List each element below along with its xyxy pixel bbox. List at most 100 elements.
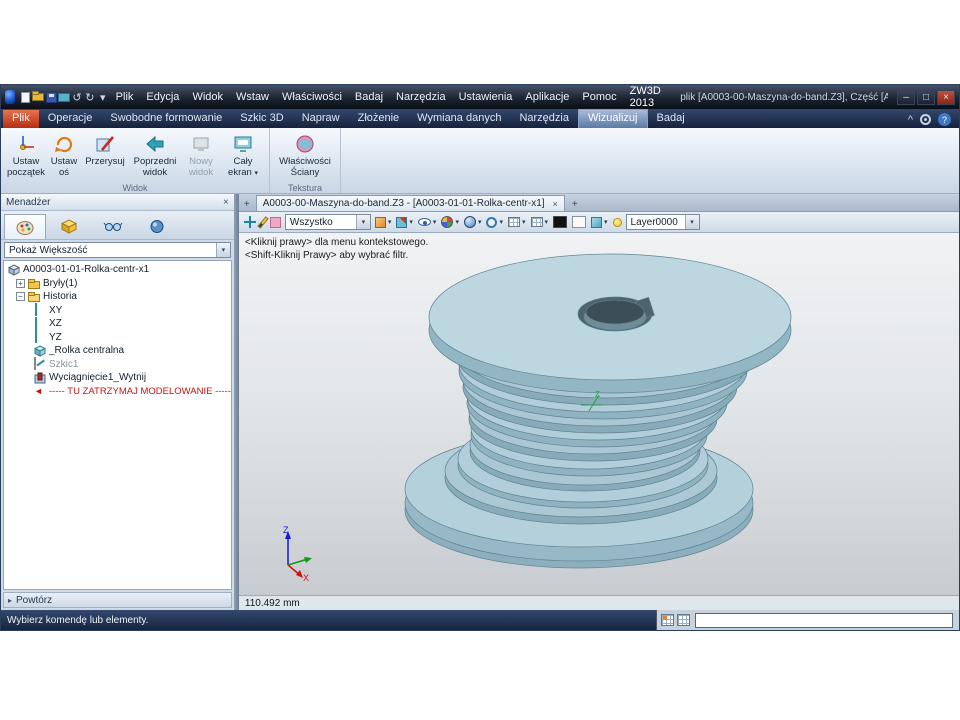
tab-view-manager[interactable] <box>92 214 134 239</box>
app-logo-icon <box>5 90 15 104</box>
save-icon[interactable] <box>45 90 57 105</box>
new-view-button[interactable]: Nowy widok <box>181 131 221 180</box>
face-properties-button[interactable]: Właściwości Ściany <box>274 131 336 180</box>
monitor-icon[interactable] <box>58 90 70 105</box>
inquire-icon[interactable]: ▾ <box>417 214 438 231</box>
selection-set-icon[interactable]: ▾ <box>395 214 414 231</box>
snap-grid-icon[interactable]: ▾ <box>530 214 550 231</box>
tree-item-rolka-centralna[interactable]: _Rolka centralna <box>4 344 231 358</box>
table-view-icon[interactable] <box>661 614 674 626</box>
axis-icon <box>53 133 75 155</box>
move-view-icon[interactable]: + <box>242 199 252 211</box>
tree-item-history[interactable]: − Historia <box>4 290 231 304</box>
sphere-icon <box>148 219 166 234</box>
tree-item-plane-xz[interactable]: XZ <box>4 317 231 331</box>
set-origin-button[interactable]: Ustaw początek <box>5 131 47 180</box>
status-message: Wybierz komendę lub elementy. <box>7 615 148 626</box>
menu-aplikacje[interactable]: Aplikacje <box>519 86 575 108</box>
tree-item-plane-xy[interactable]: XY <box>4 304 231 318</box>
panel-close-icon[interactable]: × <box>223 197 229 208</box>
minimize-button[interactable]: – <box>897 90 915 105</box>
ribbon-tab-szkic-3d[interactable]: Szkic 3D <box>231 110 292 128</box>
triad-x-label: X <box>303 573 309 581</box>
entity-filter-combo[interactable]: Wszystko ▾ <box>285 214 371 230</box>
ribbon-button-label: Ustaw początek <box>6 157 46 178</box>
ribbon-tab-wymiana-danych[interactable]: Wymiana danych <box>408 110 510 128</box>
foreground-color-swatch[interactable] <box>571 214 587 231</box>
previous-view-button[interactable]: Poprzedni widok <box>129 131 181 180</box>
sketch-edit-icon[interactable] <box>260 214 266 231</box>
pick-scope-icon[interactable]: ▾ <box>374 214 393 231</box>
menu-plik[interactable]: Plik <box>110 86 140 108</box>
grid-display-icon[interactable]: ▾ <box>507 214 527 231</box>
open-file-icon[interactable] <box>32 90 44 105</box>
qat-dropdown-icon[interactable]: ▾ <box>97 90 109 105</box>
menu-ustawienia[interactable]: Ustawienia <box>453 86 519 108</box>
tree-item-wyciagniecie[interactable]: Wyciągnięcie1_Wytnij <box>4 371 231 385</box>
expand-plus-icon[interactable]: + <box>16 279 25 288</box>
list-view-icon[interactable] <box>677 614 690 626</box>
gear-search-icon[interactable] <box>920 114 931 125</box>
menu-widok[interactable]: Widok <box>186 86 229 108</box>
tree-item-stop-marker[interactable]: ◄ ----- TU ZATRZYMAJ MODELOWANIE ----- <box>4 385 231 399</box>
ribbon-collapse-icon[interactable]: ^ <box>908 114 913 126</box>
ribbon-tab-bar: Plik Operacje Swobodne formowanie Szkic … <box>1 109 959 128</box>
ribbon-tab-plik[interactable]: Plik <box>3 110 39 128</box>
tab-render-manager[interactable] <box>136 214 178 239</box>
redo-icon[interactable]: ↻ <box>84 90 96 105</box>
tree-item-plane-yz[interactable]: YZ <box>4 331 231 345</box>
layer-combo[interactable]: Layer0000 ▾ <box>626 214 700 230</box>
menu-wlasciwosci[interactable]: Właściwości <box>276 86 348 108</box>
help-icon[interactable]: ? <box>938 113 951 126</box>
pick-filter-icon[interactable] <box>243 214 257 231</box>
menu-edycja[interactable]: Edycja <box>140 86 185 108</box>
new-document-tab-icon[interactable]: + <box>569 199 581 211</box>
command-input[interactable] <box>695 613 953 628</box>
document-tab-bar: + A0003-00-Maszyna-do-band.Z3 - [A0003-0… <box>239 194 959 212</box>
view-cube-icon[interactable]: ▾ <box>590 214 609 231</box>
redraw-button[interactable]: Przerysuj <box>81 131 129 170</box>
render-mode-icon[interactable]: ▾ <box>440 214 460 231</box>
menu-badaj[interactable]: Badaj <box>349 86 389 108</box>
document-tab[interactable]: A0003-00-Maszyna-do-band.Z3 - [A0003-01-… <box>256 195 565 211</box>
tree-item-solids[interactable]: + Bryły(1) <box>4 277 231 291</box>
tree-filter-combo[interactable]: Pokaż Większość ▾ <box>4 242 231 258</box>
repeat-section[interactable]: ▸ Powtórz <box>3 592 232 608</box>
manager-panel: Menadżer × <box>1 194 234 610</box>
wireframe-mode-icon[interactable]: ▾ <box>485 214 504 231</box>
close-button[interactable]: × <box>937 90 955 105</box>
undo-icon[interactable]: ↺ <box>71 90 83 105</box>
background-color-swatch[interactable] <box>552 214 568 231</box>
tree-item-label: _Rolka centralna <box>49 345 124 356</box>
menu-pomoc[interactable]: Pomoc <box>576 86 622 108</box>
shade-mode-icon[interactable]: ▾ <box>463 214 483 231</box>
datum-plane-icon <box>34 331 46 343</box>
ribbon-tab-napraw[interactable]: Napraw <box>293 110 349 128</box>
maximize-button[interactable]: □ <box>917 90 935 105</box>
erase-highlight-icon[interactable] <box>269 214 282 231</box>
3d-viewport[interactable]: Z <Kliknij prawy> dla menu kontekstowego… <box>239 233 959 595</box>
layer-bulb-icon[interactable] <box>612 214 623 231</box>
ribbon-tab-swobodne-formowanie[interactable]: Swobodne formowanie <box>101 110 231 128</box>
pulley-3d-model[interactable]: Z <box>239 233 959 595</box>
full-screen-button[interactable]: Cały ekran ▾ <box>221 131 265 180</box>
chevron-down-icon[interactable]: ▾ <box>356 215 370 229</box>
chevron-down-icon[interactable]: ▾ <box>216 243 230 257</box>
menu-narzedzia[interactable]: Narzędzia <box>390 86 452 108</box>
tab-visual-manager[interactable] <box>4 214 46 239</box>
collapse-minus-icon[interactable]: − <box>16 292 25 301</box>
ribbon-tab-badaj[interactable]: Badaj <box>648 110 694 128</box>
new-file-icon[interactable] <box>19 90 31 105</box>
document-tab-close-icon[interactable]: × <box>553 199 558 209</box>
chevron-down-icon[interactable]: ▾ <box>685 215 699 229</box>
ribbon-tab-operacje[interactable]: Operacje <box>39 110 102 128</box>
tree-item-root-part[interactable]: A0003-01-01-Rolka-centr-x1 <box>4 263 231 277</box>
ribbon-tab-wizualizuj[interactable]: Wizualizuj <box>578 109 648 128</box>
ribbon-tab-zlozenie[interactable]: Złożenie <box>349 110 409 128</box>
tab-assembly-manager[interactable] <box>48 214 90 239</box>
set-axis-button[interactable]: Ustaw oś <box>47 131 81 180</box>
tree-item-szkic1[interactable]: Szkic1 <box>4 358 231 372</box>
ribbon-tab-narzedzia[interactable]: Narzędzia <box>510 110 578 128</box>
measurement-readout: 110.492 mm <box>239 595 959 610</box>
menu-wstaw[interactable]: Wstaw <box>230 86 275 108</box>
